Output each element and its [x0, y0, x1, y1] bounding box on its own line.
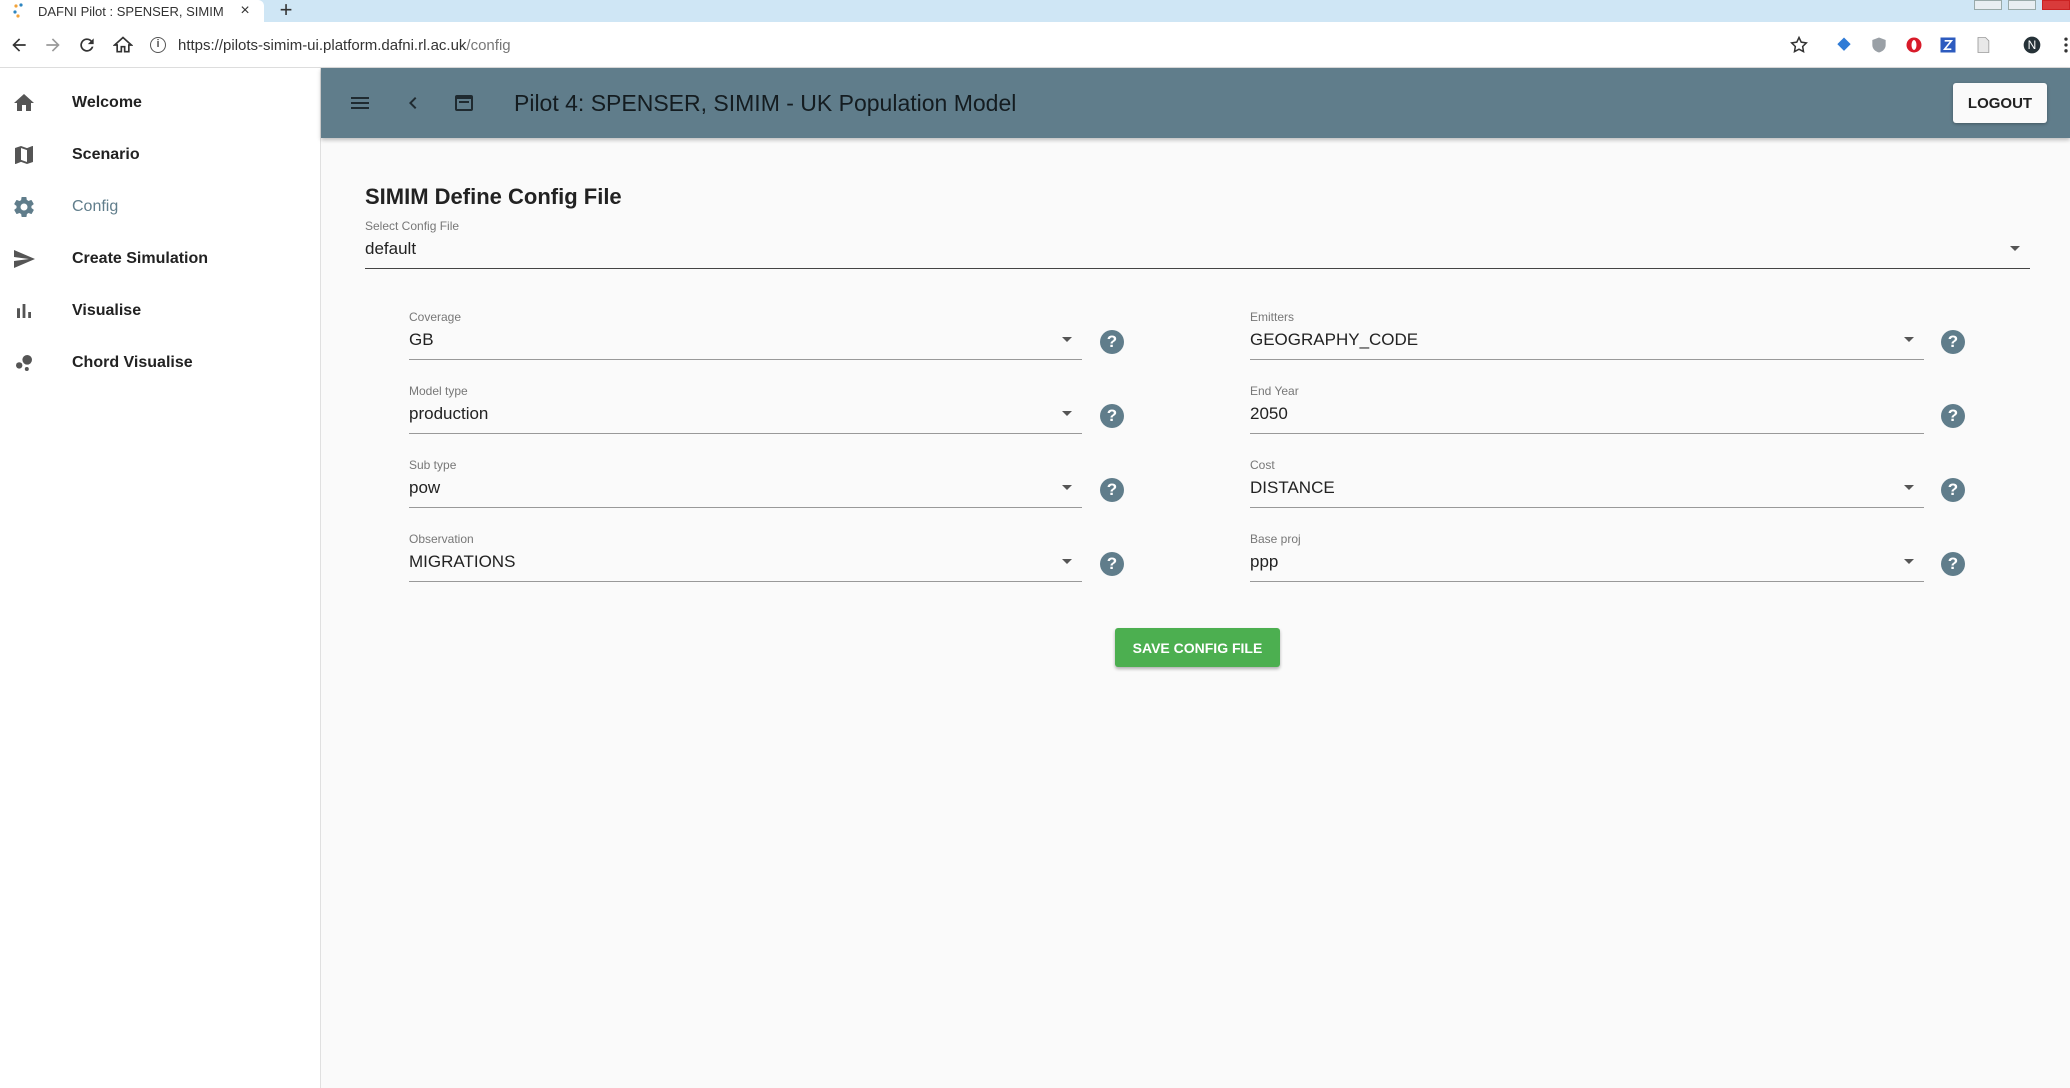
map-icon — [12, 143, 36, 167]
address-bar[interactable]: i https://pilots-simim-ui.platform.dafni… — [150, 30, 1790, 60]
model-type-help-icon[interactable]: ? — [1100, 404, 1124, 428]
url-path: /config — [466, 36, 511, 54]
extension-zotero-icon[interactable] — [1938, 35, 1958, 55]
window-controls — [1968, 0, 2070, 10]
tab-title: DAFNI Pilot : SPENSER, SIMIM — [38, 3, 224, 19]
cost-select[interactable]: Cost DISTANCE — [1250, 458, 1924, 508]
sidebar-item-chord-visualise[interactable]: Chord Visualise — [0, 337, 320, 389]
base-proj-help-icon[interactable]: ? — [1941, 552, 1965, 576]
cost-value: DISTANCE — [1250, 478, 1335, 497]
save-config-button[interactable]: SAVE CONFIG FILE — [1115, 628, 1280, 667]
sub-type-label: Sub type — [409, 458, 457, 472]
reload-icon[interactable] — [72, 22, 102, 68]
extension-diamond-icon[interactable] — [1834, 35, 1854, 55]
observation-help-icon[interactable]: ? — [1100, 552, 1124, 576]
chevron-down-icon — [1904, 337, 1914, 342]
sidebar-item-visualise[interactable]: Visualise — [0, 285, 320, 337]
tab-close-icon[interactable]: × — [234, 2, 256, 20]
coverage-value: GB — [409, 330, 434, 349]
site-info-icon[interactable]: i — [150, 37, 166, 53]
logout-button[interactable]: LOGOUT — [1953, 83, 2047, 123]
profile-initial: N — [2027, 38, 2037, 52]
maximize-window-icon[interactable] — [2008, 0, 2036, 10]
browser-tab[interactable]: DAFNI Pilot : SPENSER, SIMIM × — [0, 0, 264, 22]
browser-tabstrip: DAFNI Pilot : SPENSER, SIMIM × + — [0, 0, 2070, 22]
sub-type-help-icon[interactable]: ? — [1100, 478, 1124, 502]
config-file-select[interactable]: Select Config File default — [365, 219, 2030, 269]
emitters-label: Emitters — [1250, 310, 1295, 324]
sidebar-item-label: Scenario — [72, 146, 140, 163]
sidebar-item-label: Config — [72, 198, 119, 215]
end-year-help-icon[interactable]: ? — [1941, 404, 1965, 428]
send-icon — [12, 247, 36, 271]
bar-chart-icon — [12, 299, 36, 323]
chevron-down-icon — [1062, 337, 1072, 342]
sidebar-item-label: Welcome — [72, 94, 142, 111]
gear-icon — [12, 195, 36, 219]
base-proj-value: ppp — [1250, 552, 1279, 571]
browser-menu-icon[interactable] — [2056, 35, 2070, 55]
extension-opera-icon[interactable] — [1904, 35, 1924, 55]
end-year-value: 2050 — [1250, 404, 1288, 423]
config-file-value: default — [365, 239, 417, 258]
sidebar-item-label: Visualise — [72, 302, 142, 319]
extension-shield-icon[interactable] — [1869, 35, 1889, 55]
coverage-label: Coverage — [409, 310, 462, 324]
form-title: SIMIM Define Config File — [365, 184, 622, 209]
base-proj-select[interactable]: Base proj ppp — [1250, 532, 1924, 582]
sub-type-value: pow — [409, 478, 441, 497]
sidebar-item-scenario[interactable]: Scenario — [0, 129, 320, 181]
chevron-down-icon — [1062, 485, 1072, 490]
sidebar: Welcome Scenario Config Create Simulatio… — [0, 68, 321, 1088]
sidebar-item-create-simulation[interactable]: Create Simulation — [0, 233, 320, 285]
profile-avatar[interactable]: N — [2022, 35, 2042, 55]
cost-help-icon[interactable]: ? — [1941, 478, 1965, 502]
emitters-value: GEOGRAPHY_CODE — [1250, 330, 1419, 349]
end-year-input[interactable]: End Year 2050 — [1250, 384, 1924, 434]
observation-select[interactable]: Observation MIGRATIONS — [409, 532, 1082, 582]
page-title: Pilot 4: SPENSER, SIMIM - UK Population … — [514, 90, 1017, 116]
observation-value: MIGRATIONS — [409, 552, 516, 571]
sidebar-item-welcome[interactable]: Welcome — [0, 77, 320, 129]
model-type-value: production — [409, 404, 489, 423]
forward-icon[interactable] — [38, 22, 68, 68]
model-type-select[interactable]: Model type production — [409, 384, 1082, 434]
coverage-help-icon[interactable]: ? — [1100, 330, 1124, 354]
hamburger-menu-icon[interactable] — [348, 91, 372, 115]
browser-toolbar: i https://pilots-simim-ui.platform.dafni… — [0, 22, 2070, 68]
sidebar-item-config[interactable]: Config — [0, 181, 320, 233]
extension-page-icon[interactable] — [1973, 35, 1993, 55]
chevron-down-icon — [1904, 559, 1914, 564]
sidebar-item-label: Chord Visualise — [72, 354, 193, 371]
chevron-down-icon — [1062, 411, 1072, 416]
cost-label: Cost — [1250, 458, 1275, 472]
back-icon[interactable] — [4, 22, 34, 68]
url-host: https://pilots-simim-ui.platform.dafni.r… — [178, 36, 467, 54]
observation-label: Observation — [409, 532, 474, 546]
base-proj-label: Base proj — [1250, 532, 1301, 546]
config-file-label: Select Config File — [365, 219, 460, 233]
home-icon — [12, 91, 36, 115]
chevron-left-icon[interactable] — [401, 91, 425, 115]
chevron-down-icon — [1904, 485, 1914, 490]
new-tab-icon[interactable]: + — [272, 0, 300, 22]
home-page-icon[interactable] — [108, 22, 138, 68]
sub-type-select[interactable]: Sub type pow — [409, 458, 1082, 508]
coverage-select[interactable]: Coverage GB — [409, 310, 1082, 360]
emitters-select[interactable]: Emitters GEOGRAPHY_CODE — [1250, 310, 1924, 360]
chevron-down-icon — [2010, 246, 2020, 251]
minimize-window-icon[interactable] — [1974, 0, 2002, 10]
close-window-icon[interactable] — [2042, 0, 2070, 10]
bubble-chart-icon — [12, 351, 36, 375]
sidebar-item-label: Create Simulation — [72, 250, 209, 267]
chevron-down-icon — [1062, 559, 1072, 564]
app-bar: Pilot 4: SPENSER, SIMIM - UK Population … — [321, 68, 2070, 138]
web-asset-icon[interactable] — [452, 91, 476, 115]
bookmark-star-icon[interactable] — [1789, 35, 1809, 55]
model-type-label: Model type — [409, 384, 468, 398]
dafni-favicon-icon — [13, 3, 23, 18]
end-year-label: End Year — [1250, 384, 1299, 398]
emitters-help-icon[interactable]: ? — [1941, 330, 1965, 354]
